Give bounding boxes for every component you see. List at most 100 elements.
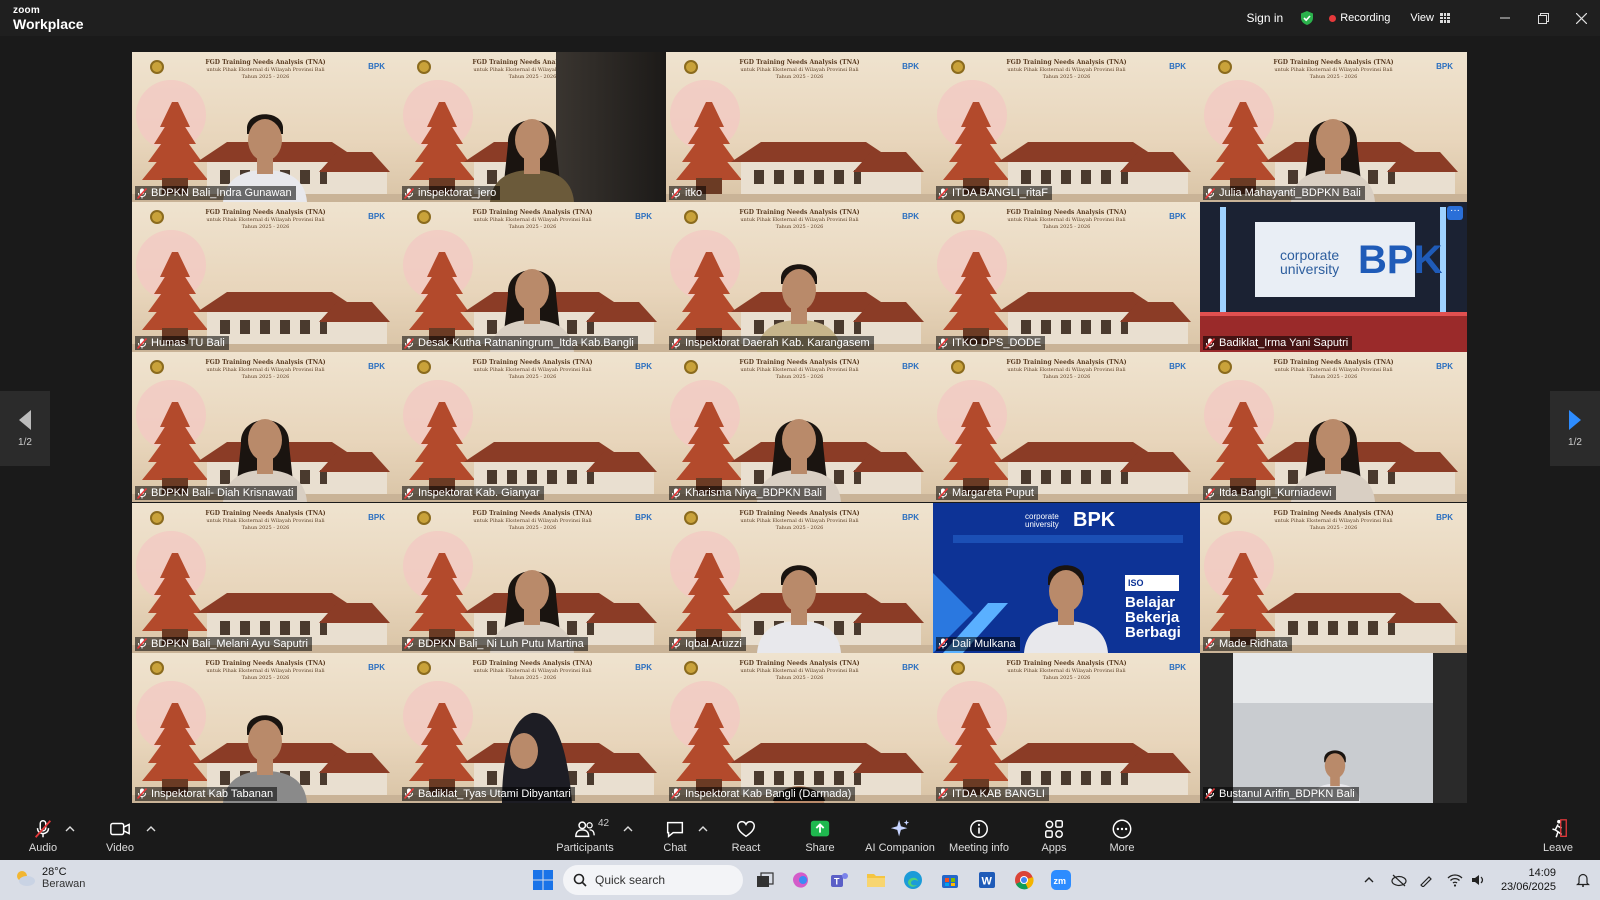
bpk-logo: BPK <box>902 662 919 672</box>
participant-tile[interactable]: FGD Training Needs Analysis (TNA) untuk … <box>666 652 933 803</box>
participant-name: BDPKN Bali_ Ni Luh Putu Martina <box>418 637 584 650</box>
participant-tile[interactable]: FGD Training Needs Analysis (TNA) untuk … <box>666 202 933 353</box>
participant-tile[interactable]: corporate university BPK ··· Badiklat_Ir… <box>1200 202 1467 353</box>
slide-year: Tahun 2025 - 2026 <box>1309 374 1358 381</box>
page-indicator-left: 1/2 <box>18 437 32 448</box>
participant-video-feed <box>757 564 841 653</box>
word-button[interactable]: W <box>974 867 1000 893</box>
wifi-icon[interactable] <box>1447 873 1463 887</box>
taskbar-search[interactable]: Quick search <box>563 865 743 895</box>
slide-title: FGD Training Needs Analysis (TNA) <box>1273 359 1394 367</box>
temple-scene <box>933 102 1200 202</box>
participant-tile[interactable]: FGD Training Needs Analysis (TNA) untuk … <box>132 52 399 202</box>
chevron-up-icon[interactable] <box>1363 874 1375 886</box>
minimize-button[interactable] <box>1486 0 1524 36</box>
system-tray: 14:09 23/06/2025 <box>1363 860 1600 900</box>
next-page-button[interactable]: 1/2 <box>1550 391 1600 466</box>
participant-tile[interactable]: FGD Training Needs Analysis (TNA) untuk … <box>666 502 933 653</box>
participant-tile[interactable]: FGD Training Needs Analysis (TNA) untuk … <box>1200 52 1467 202</box>
participant-tile[interactable]: FGD Training Needs Analysis (TNA) untuk … <box>1200 352 1467 503</box>
zoom-taskbar-button[interactable]: zm <box>1048 867 1074 893</box>
ai-companion-button[interactable]: AI Companion <box>862 812 938 858</box>
close-button[interactable] <box>1562 0 1600 36</box>
participant-tile[interactable]: FGD Training Needs Analysis (TNA) untuk … <box>132 352 399 503</box>
windows-logo-icon <box>533 870 553 890</box>
sign-in-button[interactable]: Sign in <box>1247 11 1284 25</box>
task-view-button[interactable] <box>752 867 778 893</box>
onedrive-offline-icon[interactable] <box>1391 873 1407 887</box>
volume-icon[interactable] <box>1471 873 1487 887</box>
video-button[interactable]: Video <box>88 812 152 858</box>
participant-name-label: Itda Bangli_Kurniadewi <box>1203 486 1336 501</box>
leave-button[interactable]: Leave <box>1528 812 1588 858</box>
participant-tile[interactable]: FGD Training Needs Analysis (TNA) untuk … <box>1200 502 1467 653</box>
participant-tile[interactable]: FGD Training Needs Analysis (TNA) untuk … <box>399 502 666 653</box>
slide-title: FGD Training Needs Analysis (TNA) <box>205 59 326 66</box>
participant-tile[interactable]: FGD Training Needs Analysis (TNA) untuk … <box>933 202 1200 353</box>
taskbar-clock[interactable]: 14:09 23/06/2025 <box>1501 866 1556 894</box>
participant-tile[interactable]: FGD Training Needs Analysis (TNA) untuk … <box>399 202 666 353</box>
weather-widget[interactable]: 28°C Berawan <box>14 866 85 890</box>
chat-options-caret-icon[interactable] <box>698 824 708 834</box>
microphone-muted-icon <box>137 337 147 349</box>
chrome-button[interactable] <box>1011 867 1037 893</box>
participant-name-label: Margareta Puput <box>936 486 1038 501</box>
participant-tile[interactable]: FGD Training Needs Analysis (TNA) untuk … <box>933 52 1200 202</box>
video-options-caret-icon[interactable] <box>146 824 156 834</box>
slide-title: FGD Training Needs Analysis (TNA) <box>472 359 593 367</box>
slide-title: FGD Training Needs Analysis (TNA) <box>472 509 593 517</box>
microphone-muted-icon <box>404 187 414 199</box>
participant-tile[interactable]: FGD Training Needs Analysis (TNA) untuk … <box>132 502 399 653</box>
windows-taskbar: 28°C Berawan Quick search T W zm 14:09 2… <box>0 860 1600 900</box>
apps-button[interactable]: Apps <box>1022 812 1086 858</box>
participant-tile[interactable]: FGD Training Needs Analysis (TNA) untuk … <box>666 52 933 202</box>
participant-tile[interactable]: corporate university BPK ISO Belajar Bek… <box>933 502 1200 653</box>
pen-menu-icon[interactable] <box>1419 873 1435 887</box>
participant-video-feed <box>1291 419 1375 503</box>
audio-button[interactable]: Audio <box>11 812 75 858</box>
participant-tile[interactable]: FGD Training Needs Analysis (TNA) untuk … <box>933 352 1200 503</box>
start-button[interactable] <box>530 867 556 893</box>
view-button[interactable]: View <box>1410 12 1450 24</box>
participant-tile[interactable]: FGD Training Needs Analysis (TNA) untuk … <box>666 352 933 503</box>
bpk-logo: BPK <box>1169 62 1186 71</box>
participant-name: Margareta Puput <box>952 487 1034 500</box>
participant-tile[interactable]: FGD Training Needs Analysis (TNA) untuk … <box>399 52 666 202</box>
slide-title: FGD Training Needs Analysis (TNA) <box>739 659 860 667</box>
participant-name-label: Inspektorat Daerah Kab. Karangasem <box>669 336 874 351</box>
participant-tile[interactable]: Bustanul Arifin_BDPKN Bali <box>1200 652 1467 803</box>
participants-options-caret-icon[interactable] <box>623 824 633 834</box>
participant-name: Kharisma Niya_BDPKN Bali <box>685 487 822 500</box>
participant-tile[interactable]: FGD Training Needs Analysis (TNA) untuk … <box>132 652 399 803</box>
participant-tile[interactable]: FGD Training Needs Analysis (TNA) untuk … <box>399 352 666 503</box>
temple-scene <box>399 402 666 503</box>
store-button[interactable] <box>937 867 963 893</box>
file-explorer-button[interactable] <box>863 867 889 893</box>
more-button[interactable]: More <box>1090 812 1154 858</box>
participant-tile[interactable]: FGD Training Needs Analysis (TNA) untuk … <box>132 202 399 353</box>
participant-tile[interactable]: FGD Training Needs Analysis (TNA) untuk … <box>399 652 666 803</box>
meeting-info-button[interactable]: Meeting info <box>944 812 1014 858</box>
tile-options-button[interactable]: ··· <box>1447 206 1463 221</box>
copilot-button[interactable] <box>789 867 815 893</box>
chat-button[interactable]: Chat <box>643 812 707 858</box>
microphone-muted-icon <box>671 788 681 800</box>
task-view-icon <box>757 872 774 887</box>
teams-button[interactable]: T <box>826 867 852 893</box>
previous-page-button[interactable]: 1/2 <box>0 391 50 466</box>
shield-icon[interactable] <box>1299 10 1315 26</box>
slide-year: Tahun 2025 - 2026 <box>1042 74 1091 80</box>
share-button[interactable]: Share <box>788 812 852 858</box>
recording-indicator[interactable]: Recording <box>1329 12 1390 24</box>
slide-subtitle: untuk Pihak Eksternal di Wilayah Provins… <box>740 217 859 224</box>
notification-bell-icon[interactable] <box>1576 873 1590 887</box>
edge-button[interactable] <box>900 867 926 893</box>
restore-button[interactable] <box>1524 0 1562 36</box>
participant-tile[interactable]: FGD Training Needs Analysis (TNA) untuk … <box>933 652 1200 803</box>
slide-title: FGD Training Needs Analysis (TNA) <box>472 209 593 217</box>
bpk-logo: BPK <box>635 362 652 372</box>
participant-video-feed <box>1024 564 1108 653</box>
participant-name-label: Julia Mahayanti_BDPKN Bali <box>1203 186 1365 200</box>
audio-options-caret-icon[interactable] <box>65 824 75 834</box>
react-button[interactable]: React <box>714 812 778 858</box>
